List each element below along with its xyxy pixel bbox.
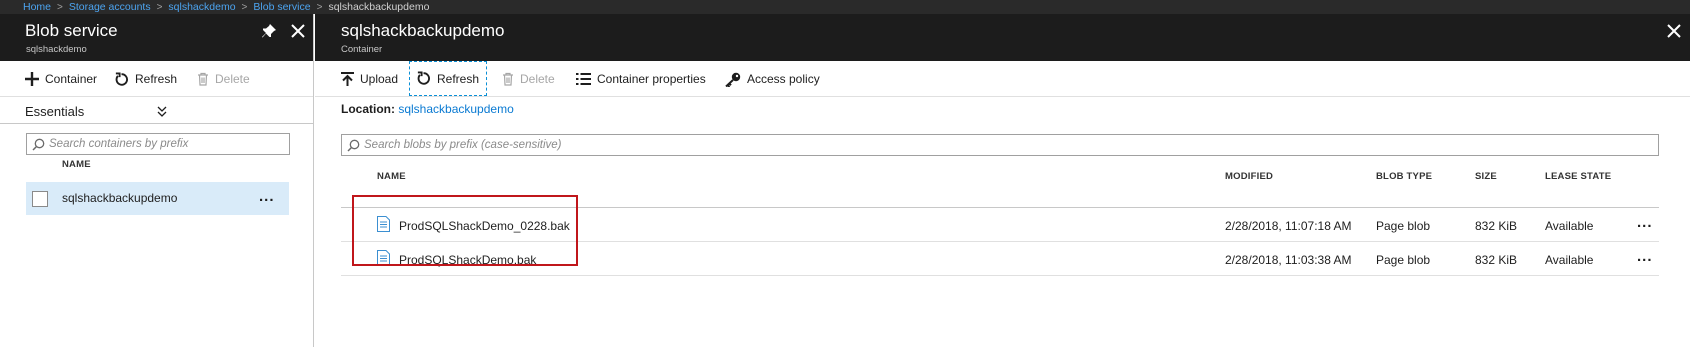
breadcrumb-separator: >	[241, 2, 248, 13]
container-search-box	[26, 133, 290, 155]
search-icon	[32, 138, 45, 151]
row-checkbox[interactable]	[32, 191, 48, 207]
breadcrumb-storage-accounts[interactable]: Storage accounts	[69, 1, 151, 13]
key-icon	[725, 72, 741, 87]
lease-state-column-header[interactable]: LEASE STATE	[1545, 171, 1611, 182]
trash-icon	[503, 72, 513, 86]
breadcrumb-blob-service[interactable]: Blob service	[253, 1, 310, 13]
upload-label: Upload	[360, 72, 399, 86]
container-properties-label: Container properties	[597, 72, 706, 86]
breadcrumb-home[interactable]: Home	[23, 1, 51, 13]
blob-modified: 2/28/2018, 11:07:18 AM	[1225, 219, 1352, 233]
container-toolbar: Upload Refresh Delete Container properti…	[315, 61, 1690, 97]
refresh-icon	[115, 71, 128, 86]
breadcrumb-current: sqlshackbackupdemo	[328, 1, 430, 13]
left-toolbar: Container Refresh Delete	[0, 61, 313, 97]
access-policy-button[interactable]: Access policy	[725, 68, 820, 90]
trash-icon	[198, 72, 208, 86]
refresh-button[interactable]: Refresh	[114, 68, 177, 90]
more-options-button[interactable]: ...	[259, 188, 275, 205]
blob-name-column-header[interactable]: NAME	[377, 171, 406, 182]
blade-header: Blob service sqlshackdemo	[0, 14, 313, 61]
refresh-label: Refresh	[437, 71, 480, 86]
pin-icon[interactable]	[261, 23, 277, 39]
breadcrumb-storage-account[interactable]: sqlshackdemo	[168, 1, 235, 13]
container-name-column-header[interactable]: NAME	[62, 159, 91, 170]
container-search-input[interactable]	[49, 136, 285, 152]
modified-column-header[interactable]: MODIFIED	[1225, 171, 1273, 182]
breadcrumb-separator: >	[57, 2, 63, 13]
blob-type: Page blob	[1376, 219, 1431, 233]
add-container-label: Container	[45, 72, 98, 86]
blob-type: Page blob	[1376, 253, 1431, 267]
more-options-button[interactable]: ...	[1637, 214, 1653, 231]
delete-label: Delete	[215, 72, 250, 86]
refresh-icon	[417, 71, 430, 85]
delete-button[interactable]: Delete	[502, 68, 555, 90]
container-name[interactable]: sqlshackbackupdemo	[62, 191, 177, 205]
blade-title: Blob service	[25, 21, 118, 40]
search-icon	[347, 139, 360, 152]
breadcrumb-separator: >	[316, 2, 323, 13]
blob-size: 832 KiB	[1475, 253, 1518, 267]
blob-type-column-header[interactable]: BLOB TYPE	[1376, 171, 1432, 182]
list-icon	[576, 73, 591, 85]
blob-modified: 2/28/2018, 11:03:38 AM	[1225, 253, 1352, 267]
blob-lease-state: Available	[1545, 253, 1594, 267]
breadcrumb: Home > Storage accounts > sqlshackdemo > Blob …	[0, 0, 1690, 14]
blade-subtitle: sqlshackdemo	[26, 44, 87, 55]
close-icon[interactable]	[291, 24, 305, 38]
size-column-header[interactable]: SIZE	[1475, 171, 1497, 182]
container-row[interactable]: sqlshackbackupdemo ...	[26, 182, 289, 215]
location-label: Location:	[341, 102, 395, 116]
refresh-button[interactable]: Refresh	[409, 61, 487, 96]
location-link[interactable]: sqlshackbackupdemo	[398, 102, 513, 116]
essentials-label: Essentials	[25, 104, 85, 119]
container-properties-button[interactable]: Container properties	[576, 68, 706, 90]
blob-lease-state: Available	[1545, 219, 1594, 233]
plus-icon	[25, 72, 39, 86]
add-container-button[interactable]: Container	[25, 68, 97, 90]
delete-button[interactable]: Delete	[197, 68, 250, 90]
blade-title: sqlshackbackupdemo	[341, 21, 505, 40]
access-policy-label: Access policy	[747, 72, 820, 86]
essentials-section: Essentials	[0, 99, 313, 124]
upload-button[interactable]: Upload	[341, 68, 398, 90]
chevron-double-down-icon[interactable]	[157, 106, 167, 118]
upload-icon	[341, 71, 354, 86]
blade-subtitle: Container	[341, 44, 383, 55]
blob-search-input[interactable]	[364, 137, 1654, 153]
blade-header: sqlshackbackupdemo Container	[315, 14, 1690, 61]
highlight-annotation	[352, 195, 578, 266]
close-icon[interactable]	[1667, 24, 1681, 38]
blob-size: 832 KiB	[1475, 219, 1518, 233]
location-info: Location: sqlshackbackupdemo	[341, 102, 514, 116]
blob-search-box	[341, 134, 1659, 156]
more-options-button[interactable]: ...	[1637, 248, 1653, 265]
container-blade: sqlshackbackupdemo Container Upload Refr…	[315, 14, 1690, 347]
delete-label: Delete	[520, 72, 555, 86]
blob-service-blade: Blob service sqlshackdemo Container Refr…	[0, 14, 314, 347]
breadcrumb-separator: >	[156, 2, 163, 13]
refresh-label: Refresh	[135, 72, 178, 86]
